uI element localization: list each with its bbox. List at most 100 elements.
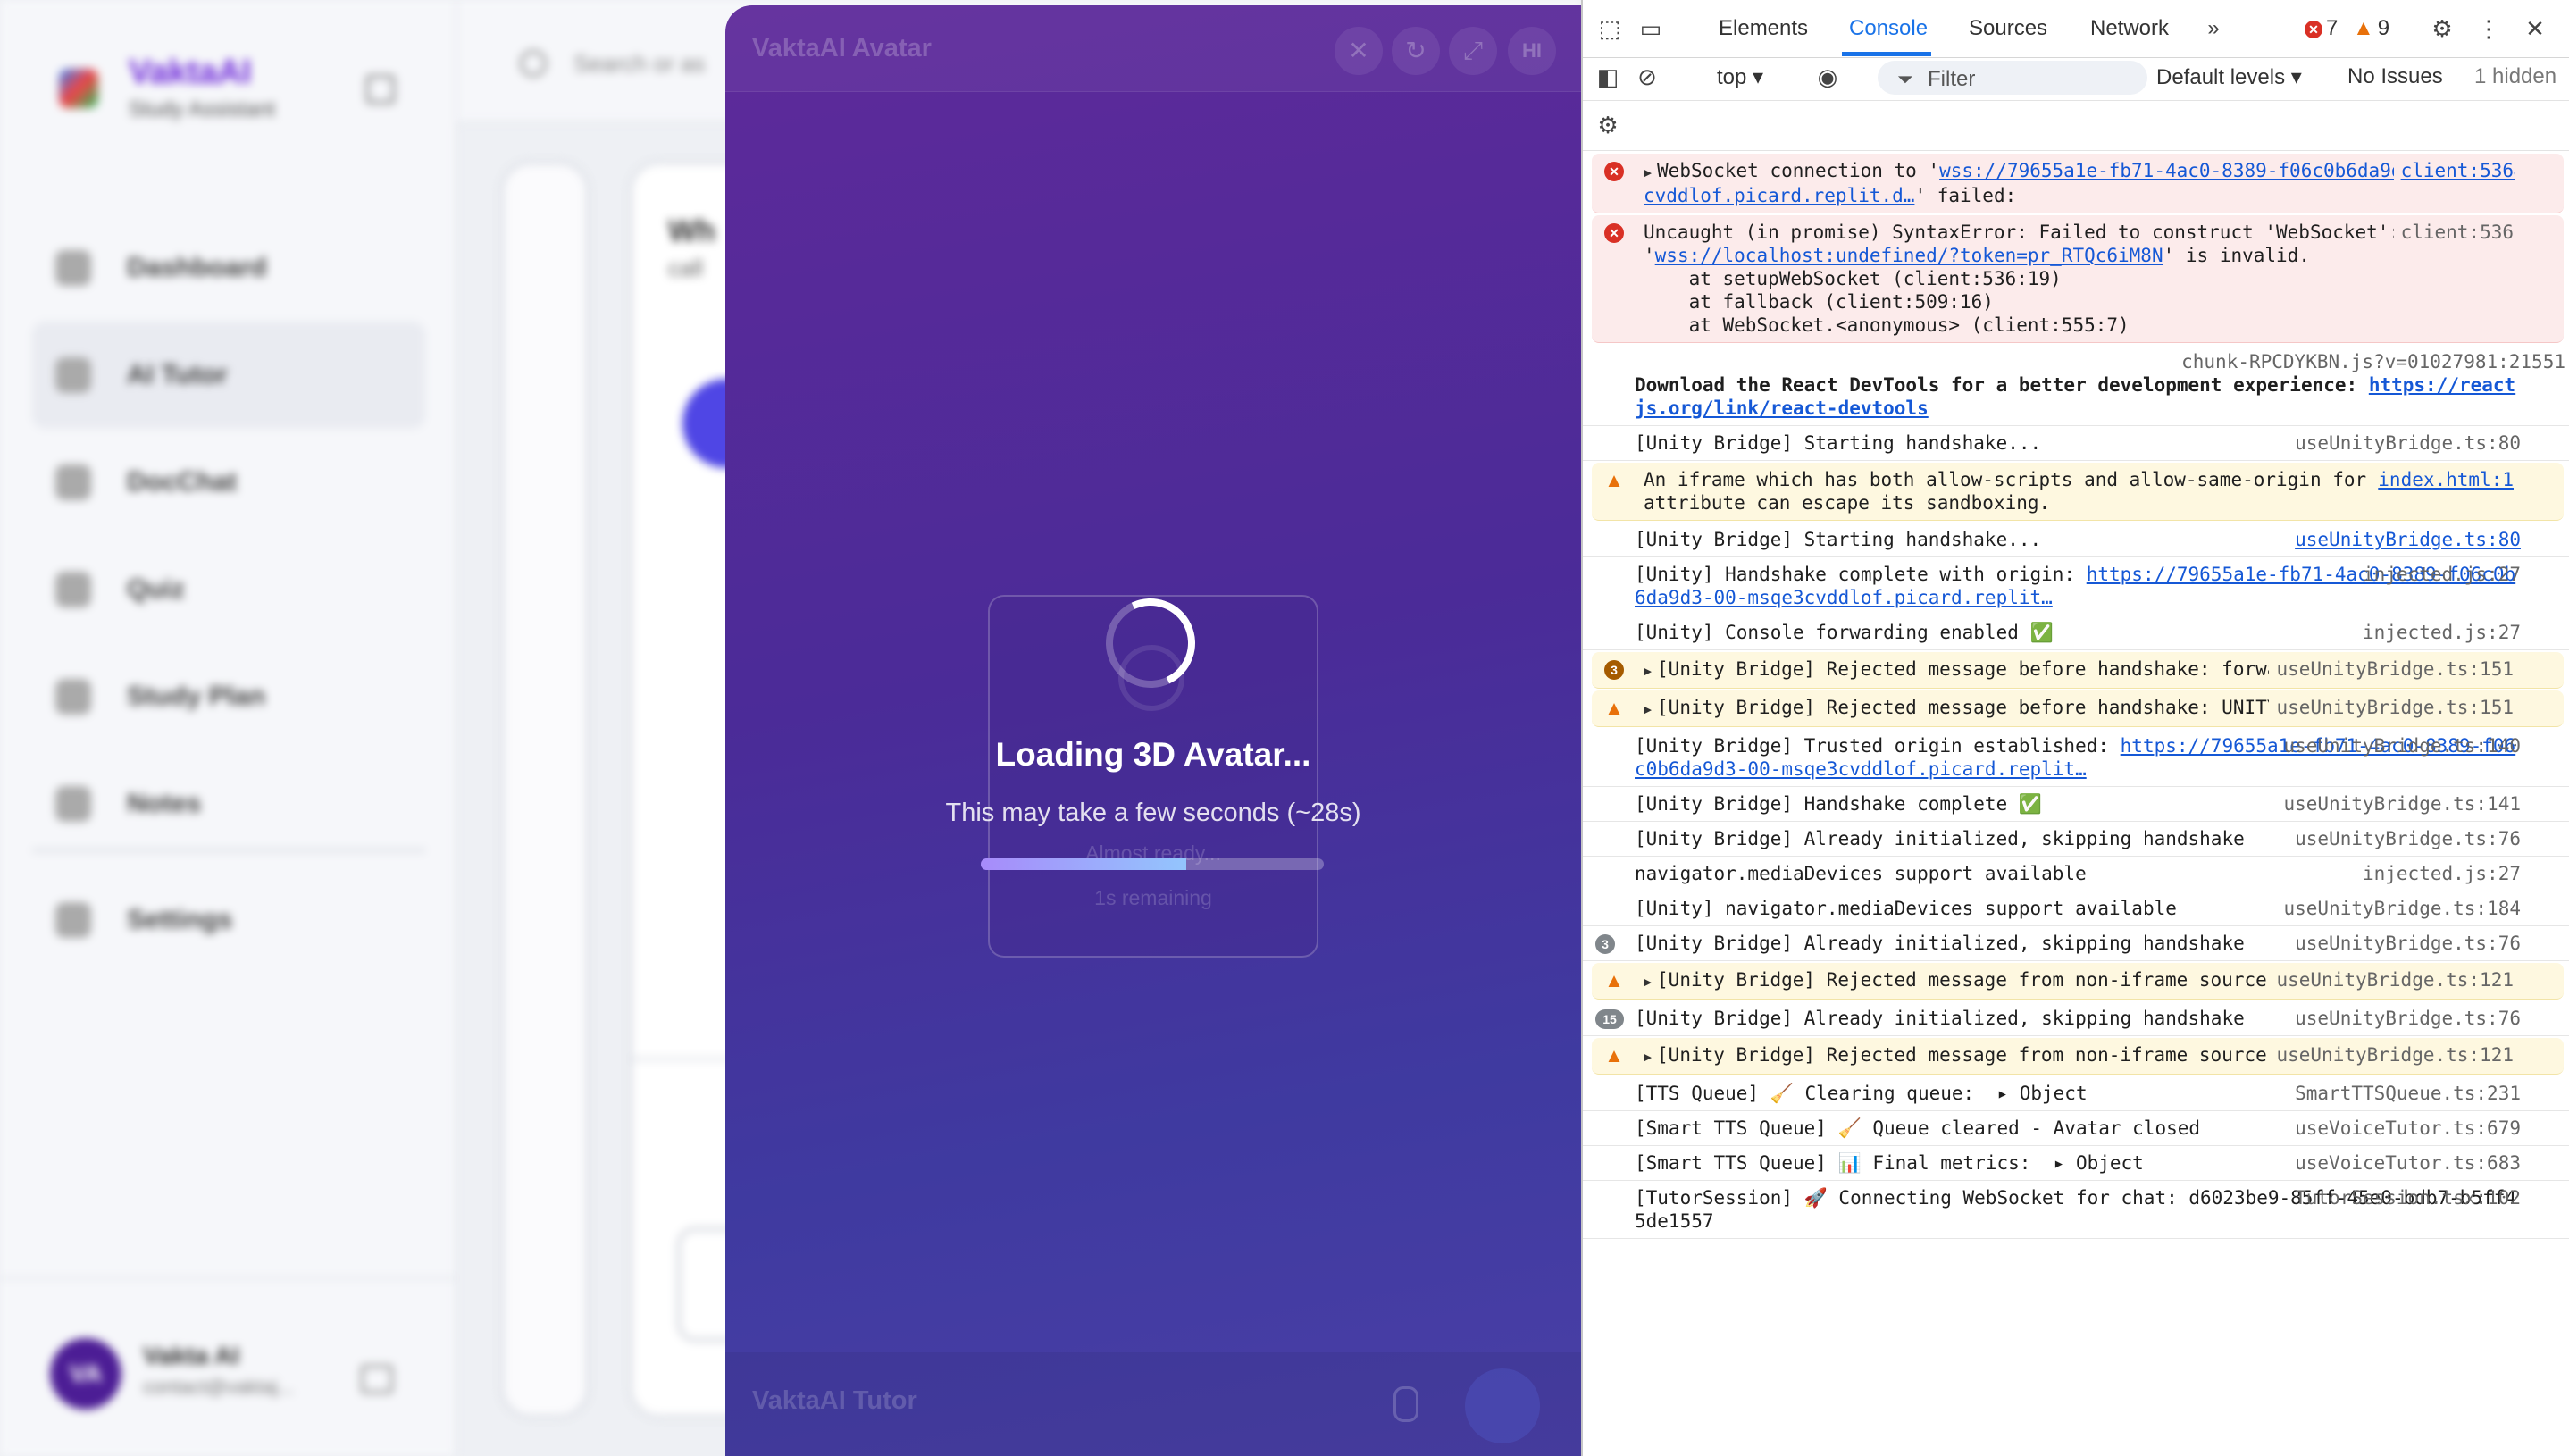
console-message[interactable]: [TutorSession] 🚀 Connecting WebSocket fo… <box>1583 1181 2569 1239</box>
console-source-link[interactable]: injected.js:27 <box>2356 563 2521 586</box>
issues-link[interactable]: No Issues <box>2347 64 2443 89</box>
console-source-link[interactable]: SmartTTSQueue.ts:231 <box>2288 1082 2521 1105</box>
console-source-link[interactable]: useUnityBridge.ts:121 <box>2269 968 2514 992</box>
sidebar-item-ai-tutor[interactable]: AI Tutor <box>32 322 425 429</box>
console-message[interactable]: ✕ Uncaught (in promise) SyntaxError: Fail… <box>1592 215 2564 343</box>
sidebar-item-dashboard[interactable]: Dashboard <box>32 214 425 322</box>
close-icon[interactable]: ✕ <box>1335 27 1383 75</box>
console-message[interactable]: [Unity] navigator.mediaDevices support a… <box>1583 891 2569 926</box>
console-message[interactable]: [TTS Queue] 🧹 Clearing queue: ▸ Object Sm… <box>1583 1076 2569 1111</box>
expand-triangle-icon[interactable]: ▶ <box>1644 701 1652 717</box>
console-message-text: [Unity] navigator.mediaDevices support a… <box>1635 898 2177 919</box>
console-message[interactable]: [Unity Bridge] Handshake complete ✅ useUn… <box>1583 787 2569 822</box>
clear-console-icon[interactable]: ⊘ <box>1633 63 1661 91</box>
expand-triangle-icon[interactable]: ▶ <box>1644 663 1652 679</box>
console-message-text: [Unity Bridge] Already initialized, skip… <box>1635 828 2245 849</box>
console-source-link[interactable]: useUnityBridge.ts:80 <box>2288 431 2521 455</box>
console-source-link[interactable]: injected.js:27 <box>2356 621 2521 644</box>
close-devtools-icon[interactable]: ✕ <box>2521 14 2549 43</box>
console-message[interactable]: [Unity] Handshake complete with origin: … <box>1583 557 2569 615</box>
device-toolbar-icon[interactable]: ▭ <box>1636 14 1665 43</box>
console-message[interactable]: ▲ ▶ [Unity Bridge] Rejected message from n… <box>1592 1038 2564 1075</box>
console-source-link[interactable]: index.html:1 <box>2371 468 2514 491</box>
console-source-link[interactable]: useUnityBridge.ts:184 <box>2276 897 2521 920</box>
console-source-link[interactable]: client:536 <box>2393 159 2514 182</box>
logout-icon[interactable] <box>361 1365 393 1393</box>
sidebar-item-settings[interactable]: Settings <box>55 902 232 938</box>
language-button[interactable]: HI <box>1508 27 1556 75</box>
session-list-panel <box>500 161 590 1418</box>
expand-triangle-icon[interactable]: ▶ <box>1644 974 1652 990</box>
console-source-link[interactable]: TutorSession.tsx:102 <box>2288 1186 2521 1209</box>
more-tabs-icon[interactable]: » <box>2199 14 2228 43</box>
console-source-link[interactable]: useUnityBridge.ts:140 <box>2276 734 2521 757</box>
console-message[interactable]: [Unity Bridge] Starting handshake... useU… <box>1583 523 2569 557</box>
console-message-text: [Unity Bridge] Handshake complete ✅ <box>1635 793 2043 815</box>
more-options-icon[interactable]: ⋮ <box>2474 14 2503 43</box>
sidebar-item-docchat[interactable]: DocChat <box>32 429 425 536</box>
chat-button[interactable] <box>1465 1368 1540 1443</box>
tab-network[interactable]: Network <box>2090 16 2169 41</box>
console-source-link[interactable]: useVoiceTutor.ts:679 <box>2288 1117 2521 1140</box>
console-url-link[interactable]: wss://79655a1e-fb71-4ac0-8389-f06c0b6da9… <box>1644 160 2515 206</box>
console-message[interactable]: [Unity Bridge] Already initialized, skip… <box>1583 822 2569 857</box>
console-message[interactable]: ✕ ▶ WebSocket connection to 'wss://79655a1… <box>1592 154 2564 213</box>
console-source-link[interactable]: useUnityBridge.ts:121 <box>2269 1043 2514 1067</box>
sidebar-item-label: Study Plan <box>127 682 266 711</box>
filter-input[interactable]: ⏷ Filter <box>1878 61 2147 95</box>
microphone-icon[interactable] <box>1393 1386 1418 1422</box>
console-source-link[interactable]: useVoiceTutor.ts:683 <box>2288 1151 2521 1175</box>
sidebar-collapse-icon[interactable] <box>366 75 395 104</box>
sidebar-toggle-icon[interactable]: ◧ <box>1594 63 1622 91</box>
inspect-element-icon[interactable]: ⬚ <box>1595 14 1624 43</box>
tab-elements[interactable]: Elements <box>1719 16 1808 41</box>
console-source-link[interactable]: useUnityBridge.ts:151 <box>2269 657 2514 681</box>
expand-icon[interactable]: ⤢ <box>1449 27 1497 75</box>
live-expression-eye-icon[interactable]: ◉ <box>1813 63 1842 91</box>
tab-sources[interactable]: Sources <box>1969 16 2047 41</box>
console-message[interactable]: 15 [Unity Bridge] Already initialized, sk… <box>1583 1001 2569 1036</box>
console-source-link[interactable]: client:536 <box>2393 221 2514 244</box>
sidebar-item-notes[interactable]: Notes <box>32 750 425 858</box>
console-message[interactable]: [Smart TTS Queue] 🧹 Queue cleared - Avat… <box>1583 1111 2569 1146</box>
console-message[interactable]: navigator.mediaDevices support available… <box>1583 857 2569 891</box>
console-message[interactable]: chunk-RPCDYKBN.js?v=01027981:21551 Downlo… <box>1583 345 2569 426</box>
refresh-icon[interactable]: ↻ <box>1392 27 1440 75</box>
console-message[interactable]: ▲ ▶ [Unity Bridge] Rejected message from n… <box>1592 963 2564 1000</box>
expand-triangle-icon[interactable]: ▶ <box>1644 1049 1652 1065</box>
console-message[interactable]: 3 [Unity Bridge] Already initialized, ski… <box>1583 926 2569 961</box>
console-message[interactable]: [Unity Bridge] Starting handshake... useU… <box>1583 426 2569 461</box>
expand-triangle-icon[interactable]: ▶ <box>1644 164 1652 180</box>
console-message[interactable]: [Unity Bridge] Trusted origin establishe… <box>1583 729 2569 787</box>
context-selector[interactable]: top ▾ <box>1717 64 1763 90</box>
log-levels-dropdown[interactable]: Default levels ▾ <box>2156 64 2302 90</box>
console-source-link[interactable]: useUnityBridge.ts:76 <box>2288 1007 2521 1030</box>
console-url-link[interactable]: wss://localhost:undefined/?token=pr_RTQc… <box>1655 245 2163 266</box>
console-message[interactable]: [Unity] Console forwarding enabled ✅ inje… <box>1583 615 2569 650</box>
console-source-link[interactable]: useUnityBridge.ts:151 <box>2269 696 2514 719</box>
console-settings-gear-icon[interactable]: ⚙ <box>1594 111 1622 139</box>
console-source-link[interactable]: chunk-RPCDYKBN.js?v=01027981:21551 <box>2174 351 2565 372</box>
console-message[interactable]: 3 ▶ [Unity Bridge] Rejected message before… <box>1592 652 2564 689</box>
warning-count-badge[interactable]: ▲ 9 <box>2353 16 2389 41</box>
console-message[interactable]: ▲ An iframe which has both allow-scripts … <box>1592 463 2564 521</box>
console-message[interactable]: ▲ ▶ [Unity Bridge] Rejected message before… <box>1592 690 2564 727</box>
settings-gear-icon[interactable]: ⚙ <box>2428 14 2456 43</box>
console-source-link[interactable]: useUnityBridge.ts:80 <box>2288 528 2521 551</box>
sidebar-item-quiz[interactable]: Quiz <box>32 536 425 643</box>
avatar[interactable]: VA <box>50 1338 121 1410</box>
repeat-count-badge: 3 <box>1604 660 1624 680</box>
console-message[interactable]: [Smart TTS Queue] 📊 Final metrics: ▸ Obj… <box>1583 1146 2569 1181</box>
console-source-link[interactable]: useUnityBridge.ts:141 <box>2276 792 2521 816</box>
gear-icon <box>55 902 91 938</box>
tab-console[interactable]: Console <box>1849 16 1928 41</box>
sidebar-item-study-plan[interactable]: Study Plan <box>32 643 425 750</box>
panel-subtitle: call <box>668 255 704 281</box>
console-source-link[interactable]: useUnityBridge.ts:76 <box>2288 827 2521 850</box>
search-icon <box>520 50 547 77</box>
error-count-badge[interactable]: ✕ 7 <box>2305 16 2338 41</box>
search-input[interactable]: Search or as <box>573 50 705 78</box>
console-url-link[interactable]: https://reactjs.org/link/react-devtools <box>1635 374 2515 419</box>
console-source-link[interactable]: useUnityBridge.ts:76 <box>2288 932 2521 955</box>
console-source-link[interactable]: injected.js:27 <box>2356 862 2521 885</box>
